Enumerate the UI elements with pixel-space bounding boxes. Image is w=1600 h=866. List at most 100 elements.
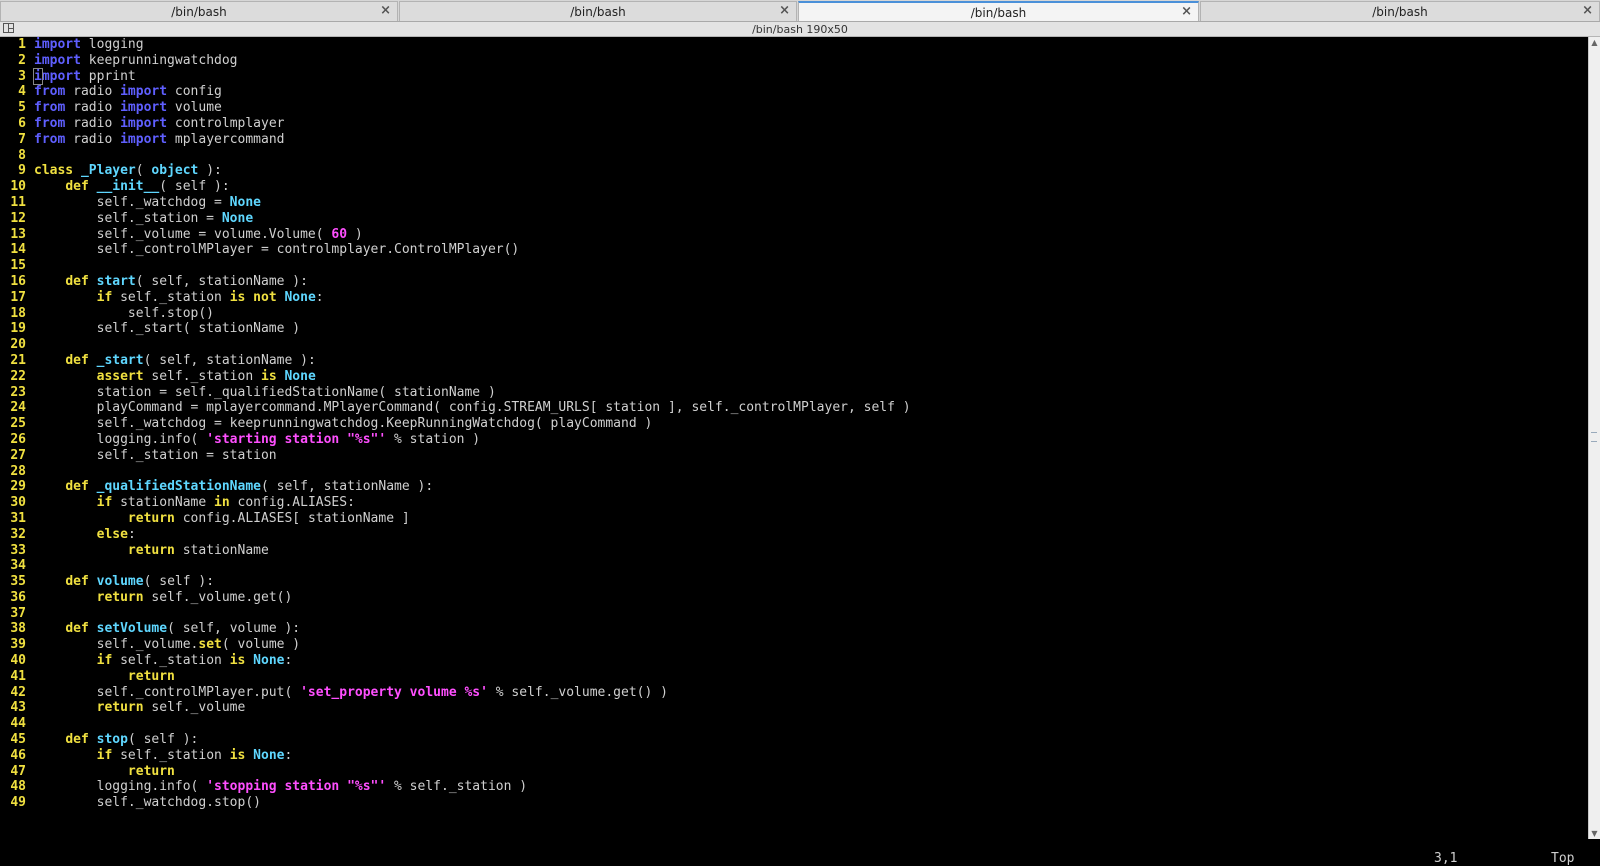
code-area[interactable]: 1 import logging 2 import keeprunningwatchd… — [0, 37, 911, 811]
code-line[interactable]: 24 playCommand = mplayercommand.MPlayerC… — [0, 400, 911, 416]
code-line[interactable]: 41 return — [0, 669, 911, 685]
code-line[interactable]: 5 from radio import volume — [0, 100, 911, 116]
code-token: ( self, stationName ): — [261, 479, 434, 495]
code-line[interactable]: 12 self._station = None — [0, 211, 911, 227]
code-line[interactable]: 25 self._watchdog = keeprunningwatchdog.… — [0, 416, 911, 432]
code-line[interactable]: 42 self._controlMPlayer.put( 'set_proper… — [0, 685, 911, 701]
code-line[interactable]: 2 import keeprunningwatchdog — [0, 53, 911, 69]
tab-2[interactable]: /bin/bash × — [399, 1, 797, 21]
code-token: else — [96, 526, 128, 542]
code-line[interactable]: 30 if stationName in config.ALIASES: — [0, 495, 911, 511]
code-line[interactable]: 20 — [0, 337, 911, 353]
code-token: return — [96, 700, 144, 716]
code-line[interactable]: 9 class _Player( object ): — [0, 163, 911, 179]
line-number: 31 — [10, 510, 26, 526]
close-icon[interactable]: × — [1181, 4, 1192, 19]
code-token: mplayercommand — [167, 131, 285, 147]
line-number: 33 — [10, 542, 26, 558]
line-number: 29 — [10, 479, 26, 495]
tab-3-active[interactable]: /bin/bash × — [798, 1, 1199, 21]
code-line[interactable]: 37 — [0, 606, 911, 622]
scroll-up-icon[interactable]: ▲ — [1590, 38, 1599, 47]
code-line[interactable]: 28 — [0, 464, 911, 480]
code-line[interactable]: 27 self._station = station — [0, 448, 911, 464]
code-line[interactable]: 1 import logging — [0, 37, 911, 53]
code-line[interactable]: 4 from radio import config — [0, 84, 911, 100]
line-number: 13 — [10, 226, 26, 242]
code-line[interactable]: 34 — [0, 558, 911, 574]
code-line[interactable]: 48 logging.info( 'stopping station "%s"'… — [0, 779, 911, 795]
code-line[interactable]: 49 self._watchdog.stop() — [0, 795, 911, 811]
code-token: radio — [65, 100, 121, 116]
code-line[interactable]: 31 return config.ALIASES[ stationName ] — [0, 511, 911, 527]
code-token: def — [65, 273, 89, 289]
code-line[interactable]: 10 def __init__( self ): — [0, 179, 911, 195]
scrollbar[interactable]: ▲ ▼ — [1588, 37, 1600, 839]
code-line[interactable]: 38 def setVolume( self, volume ): — [0, 621, 911, 637]
line-number: 16 — [10, 273, 26, 289]
code-token: config.ALIASES[ stationName ] — [174, 510, 410, 526]
close-icon[interactable]: × — [779, 3, 790, 18]
tab-label: /bin/bash — [171, 5, 227, 19]
scrollbar-thumb[interactable] — [1591, 432, 1597, 442]
code-line[interactable]: 21 def _start( self, stationName ): — [0, 353, 911, 369]
tab-1[interactable]: /bin/bash × — [0, 1, 398, 21]
line-number: 11 — [10, 194, 26, 210]
line-number: 14 — [10, 242, 26, 258]
code-line[interactable]: 47 return — [0, 764, 911, 780]
code-token: self._volume.get() — [143, 589, 293, 605]
line-number: 38 — [10, 621, 26, 637]
code-line[interactable]: 39 self._volume.set( volume ) — [0, 637, 911, 653]
code-line[interactable]: 43 return self._volume — [0, 700, 911, 716]
close-icon[interactable]: × — [1582, 3, 1593, 18]
tab-label: /bin/bash — [570, 5, 626, 19]
code-line[interactable]: 22 assert self._station is None — [0, 369, 911, 385]
tab-4[interactable]: /bin/bash × — [1200, 1, 1600, 21]
code-line[interactable]: 6 from radio import controlmplayer — [0, 116, 911, 132]
code-line[interactable]: 8 — [0, 148, 911, 164]
code-token: None — [284, 368, 316, 384]
code-token: % self._station ) — [386, 779, 528, 795]
code-token: _start — [96, 352, 144, 368]
code-line[interactable]: 15 — [0, 258, 911, 274]
code-line[interactable]: 3 import pprint — [0, 67, 911, 85]
line-number: 2 — [18, 52, 26, 68]
line-number: 17 — [10, 289, 26, 305]
scroll-down-icon[interactable]: ▼ — [1590, 829, 1599, 838]
code-token: self._station = station — [34, 447, 277, 463]
code-line[interactable]: 13 self._volume = volume.Volume( 60 ) — [0, 227, 911, 243]
code-line[interactable]: 45 def stop( self ): — [0, 732, 911, 748]
code-token: ( volume ) — [221, 637, 301, 653]
text-cursor: i — [33, 67, 43, 85]
code-line[interactable]: 32 else: — [0, 527, 911, 543]
code-token: import — [33, 67, 81, 85]
code-line[interactable]: 35 def volume( self ): — [0, 574, 911, 590]
code-line[interactable]: 23 station = self._qualifiedStationName(… — [0, 385, 911, 401]
code-token: self._start( stationName ) — [34, 321, 301, 337]
code-line[interactable]: 26 logging.info( 'starting station "%s"'… — [0, 432, 911, 448]
line-number: 12 — [10, 210, 26, 226]
close-icon[interactable]: × — [380, 3, 391, 18]
code-token: playCommand = mplayercommand.MPlayerComm… — [34, 400, 911, 416]
vim-editor[interactable]: 1 import logging 2 import keeprunningwatchd… — [0, 37, 1588, 866]
code-line[interactable]: 17 if self._station is not None: — [0, 290, 911, 306]
code-line[interactable]: 7 from radio import mplayercommand — [0, 132, 911, 148]
code-line[interactable]: 29 def _qualifiedStationName( self, stat… — [0, 479, 911, 495]
code-line[interactable]: 46 if self._station is None: — [0, 748, 911, 764]
code-line[interactable]: 14 self._controlMPlayer = controlmplayer… — [0, 242, 911, 258]
code-line[interactable]: 40 if self._station is None: — [0, 653, 911, 669]
code-line[interactable]: 11 self._watchdog = None — [0, 195, 911, 211]
code-line[interactable]: 18 self.stop() — [0, 306, 911, 322]
code-line[interactable]: 16 def start( self, stationName ): — [0, 274, 911, 290]
code-line[interactable]: 33 return stationName — [0, 543, 911, 559]
code-line[interactable]: 19 self._start( stationName ) — [0, 321, 911, 337]
code-line[interactable]: 36 return self._volume.get() — [0, 590, 911, 606]
code-line[interactable]: 44 — [0, 716, 911, 732]
